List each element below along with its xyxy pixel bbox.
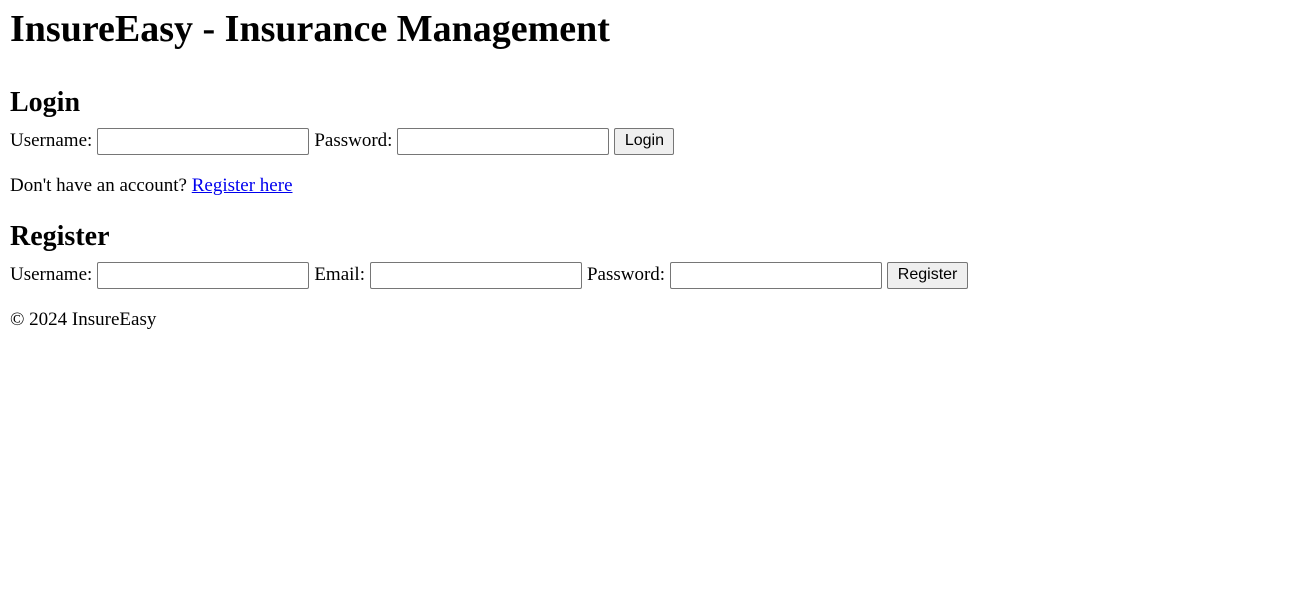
login-password-input[interactable]: [397, 127, 610, 155]
register-username-label: Username:: [10, 264, 93, 285]
register-here-link[interactable]: Register here: [192, 175, 293, 196]
register-email-input[interactable]: [369, 261, 582, 289]
page-title: InsureEasy - Insurance Management: [10, 8, 610, 50]
login-password-label: Password:: [314, 130, 393, 151]
login-username-input[interactable]: [97, 127, 310, 155]
register-prompt: Don't have an account? Register here: [10, 173, 1302, 199]
login-form: Username: Password: Login: [10, 127, 1302, 155]
register-form: Username: Email: Password: Register: [10, 261, 1302, 289]
login-heading: Login: [10, 87, 81, 118]
login-username-label: Username:: [10, 130, 93, 151]
register-email-label: Email:: [314, 264, 365, 285]
register-password-label: Password:: [586, 264, 666, 285]
footer-text: © 2024 InsureEasy: [10, 309, 157, 330]
register-username-input[interactable]: [97, 261, 310, 289]
register-password-input[interactable]: [670, 261, 883, 289]
register-button[interactable]: Register: [887, 261, 969, 289]
no-account-text: Don't have an account?: [10, 175, 187, 196]
register-heading: Register: [10, 221, 110, 252]
login-button[interactable]: Login: [614, 127, 675, 155]
